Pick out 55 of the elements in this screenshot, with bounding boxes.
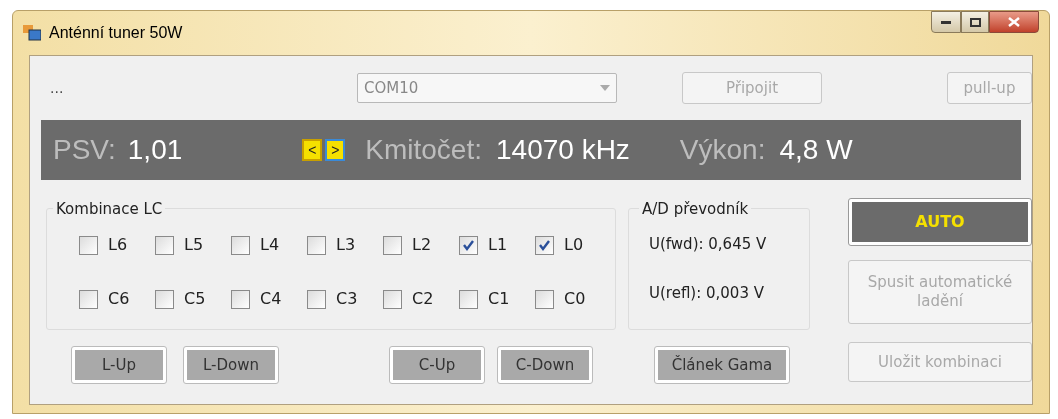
button[interactable]: C-Up <box>393 350 481 380</box>
checkbox[interactable] <box>155 235 174 255</box>
minimize-button[interactable] <box>931 11 961 33</box>
checkbox-label: C4 <box>260 288 282 310</box>
auto-button[interactable]: AUTO <box>852 202 1028 242</box>
app-icon <box>23 25 41 41</box>
checkbox-label: C5 <box>184 288 206 310</box>
psv-value: 1,01 <box>127 133 183 167</box>
dropdown-arrow-icon <box>600 85 610 91</box>
frequency-label: Kmitočet: <box>365 133 482 167</box>
button[interactable]: L-Up <box>75 350 163 380</box>
checkbox-label: L4 <box>260 234 280 256</box>
window-title: Anténní tuner 50W <box>49 23 183 43</box>
checkbox[interactable] <box>155 289 174 309</box>
button[interactable]: Článek Gama <box>658 350 786 380</box>
checkbox-label: L0 <box>564 234 584 256</box>
checkbox-label: C0 <box>564 288 586 310</box>
checkbox-label: C6 <box>108 288 130 310</box>
checkmark-icon <box>462 238 475 252</box>
checkbox-label: L5 <box>184 234 204 256</box>
status-text: ... <box>50 78 65 98</box>
checkbox-label: L2 <box>412 234 432 256</box>
forward-voltage: U(fwd): 0,645 V <box>649 234 768 255</box>
checkbox[interactable] <box>383 235 402 255</box>
power-label: Výkon: <box>679 133 766 167</box>
checkbox-label: L1 <box>488 234 508 256</box>
checkbox[interactable] <box>459 235 478 255</box>
close-button[interactable] <box>989 11 1039 33</box>
checkbox-label: C3 <box>336 288 358 310</box>
checkmark-icon <box>538 238 551 252</box>
checkbox[interactable] <box>231 235 250 255</box>
checkbox-label: L3 <box>336 234 356 256</box>
button[interactable]: L-Down <box>187 350 275 380</box>
frequency-value: 14070 kHz <box>496 133 630 167</box>
next-button[interactable]: > <box>325 139 346 161</box>
checkbox[interactable] <box>535 289 554 309</box>
power-value: 4,8 W <box>779 133 853 167</box>
checkbox[interactable] <box>231 289 250 309</box>
checkbox[interactable] <box>307 235 326 255</box>
port-dropdown[interactable]: COM10 <box>357 73 617 103</box>
psv-label: PSV: <box>53 133 116 167</box>
checkbox[interactable] <box>459 289 478 309</box>
checkbox[interactable] <box>79 235 98 255</box>
reflected-voltage: U(refl): 0,003 V <box>649 282 765 304</box>
checkbox-label: C2 <box>412 288 434 310</box>
checkbox[interactable] <box>307 289 326 309</box>
checkbox[interactable] <box>535 235 554 255</box>
checkbox[interactable] <box>383 289 402 309</box>
close-icon <box>1008 17 1020 27</box>
checkbox-label: C1 <box>488 288 510 310</box>
checkbox[interactable] <box>79 289 98 309</box>
button[interactable]: C-Down <box>501 350 589 380</box>
previous-button[interactable]: < <box>302 139 323 161</box>
maximize-button[interactable] <box>961 11 989 33</box>
checkbox-label: L6 <box>108 234 128 256</box>
